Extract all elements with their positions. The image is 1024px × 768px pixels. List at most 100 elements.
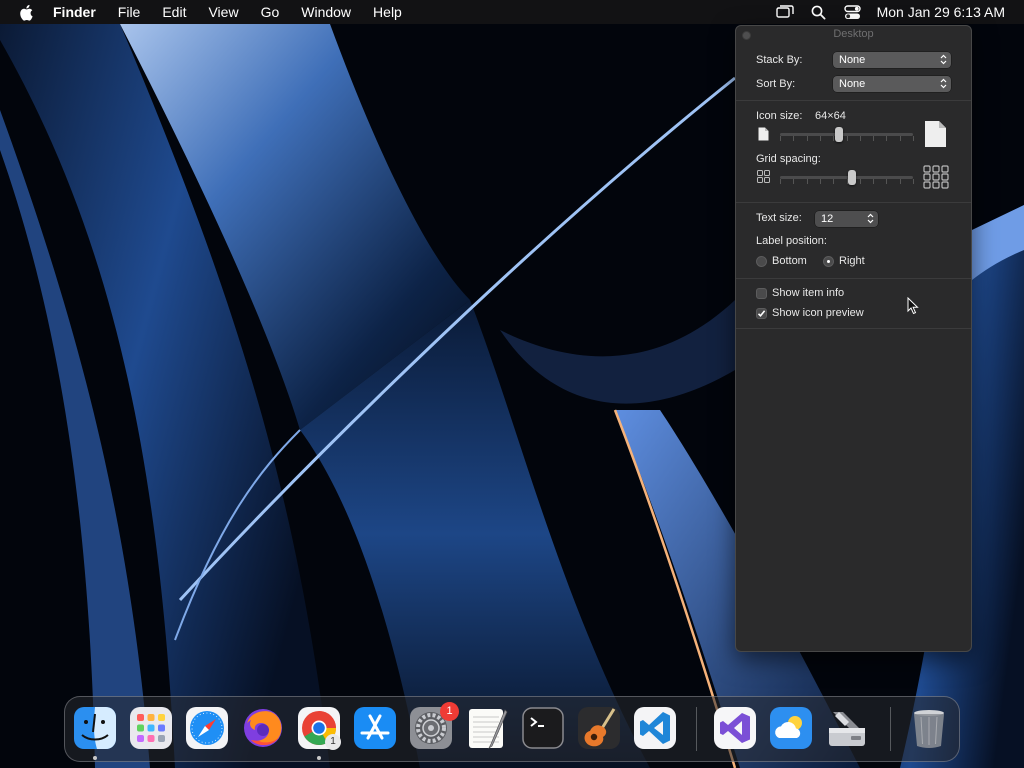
menu-window[interactable]: Window [301, 4, 351, 20]
desktop-view-options-panel: Desktop Stack By: None Sort By: None Ico… [735, 25, 972, 652]
icon-size-slider-knob[interactable] [834, 127, 843, 142]
garageband-icon [578, 707, 620, 749]
panel-title: Desktop [833, 28, 874, 40]
control-center-icon[interactable] [843, 3, 863, 21]
text-size-popup[interactable]: 12 [815, 211, 878, 227]
sort-by-value: None [839, 78, 866, 90]
slider-tick [859, 136, 861, 141]
launchpad-icon [130, 707, 172, 749]
wide-grid-icon [923, 165, 949, 189]
dock-visual-studio[interactable] [713, 706, 757, 750]
finder-icon [74, 707, 116, 749]
app-store-icon [354, 707, 396, 749]
disk-utility-icon [829, 712, 865, 746]
label-position-right-text: Right [839, 255, 865, 267]
slider-tick [886, 136, 888, 141]
divider [736, 100, 971, 101]
screen-mirroring-icon[interactable] [775, 3, 795, 21]
chrome-update-badge: 1 [325, 734, 341, 750]
show-icon-preview-checkbox[interactable] [756, 308, 767, 319]
spotlight-search-icon[interactable] [809, 3, 829, 21]
checkmark-icon [757, 310, 766, 317]
menu-help[interactable]: Help [373, 4, 402, 20]
menu-clock[interactable]: Mon Jan 29 6:13 AM [877, 4, 1005, 20]
label-position-label: Label position: [756, 235, 827, 247]
slider-tick [793, 179, 795, 184]
menu-bar: Finder File Edit View Go Window Help Mon… [0, 0, 1024, 24]
dock-divider [890, 707, 891, 751]
slider-tick [793, 136, 795, 141]
sort-by-popup[interactable]: None [833, 76, 951, 92]
dock-textedit[interactable] [465, 706, 509, 750]
slider-tick [913, 136, 914, 141]
slider-tick [899, 136, 901, 141]
slider-tick [899, 179, 901, 184]
system-settings-badge: 1 [440, 702, 459, 721]
dock-weather[interactable] [769, 706, 813, 750]
sort-by-label: Sort By: [756, 78, 796, 90]
weather-icon [770, 707, 812, 749]
divider [736, 328, 971, 329]
slider-tick [873, 136, 875, 141]
slider-tick [846, 136, 848, 141]
dock-trash[interactable] [907, 706, 951, 750]
small-document-icon [758, 127, 769, 141]
finder-running-indicator [93, 756, 97, 760]
menu-edit[interactable]: Edit [162, 4, 186, 20]
slider-tick [833, 179, 835, 184]
divider [736, 202, 971, 203]
slider-tick [859, 179, 861, 184]
dock-launchpad[interactable] [129, 706, 173, 750]
grid-spacing-slider-knob[interactable] [847, 170, 856, 185]
mouse-pointer-icon [907, 297, 919, 315]
large-document-icon [925, 121, 946, 147]
icon-size-value: 64×64 [815, 110, 846, 122]
menu-file[interactable]: File [118, 4, 141, 20]
menu-view[interactable]: View [208, 4, 238, 20]
panel-titlebar[interactable]: Desktop [736, 26, 971, 44]
dock-vscode[interactable] [633, 706, 677, 750]
dock-disk-utility[interactable] [825, 706, 869, 750]
stack-by-popup[interactable]: None [833, 52, 951, 68]
slider-tick [913, 179, 914, 184]
slider-tick [780, 179, 781, 184]
slider-tick [780, 136, 781, 141]
updown-chevron-icon [867, 213, 874, 224]
text-size-value: 12 [821, 213, 834, 225]
dock-terminal[interactable] [521, 706, 565, 750]
dock: 1 1 [64, 696, 960, 762]
label-position-right-radio[interactable] [823, 256, 834, 267]
vscode-icon [634, 707, 676, 749]
slider-tick [819, 136, 821, 141]
grid-spacing-label: Grid spacing: [756, 153, 821, 165]
dock-firefox[interactable] [241, 706, 285, 750]
updown-chevron-icon [940, 54, 947, 65]
menu-app-finder[interactable]: Finder [53, 4, 96, 20]
label-position-bottom-radio[interactable] [756, 256, 767, 267]
safari-icon [186, 707, 228, 749]
text-size-label: Text size: [756, 212, 802, 224]
slider-tick [806, 179, 808, 184]
stack-by-label: Stack By: [756, 54, 803, 66]
show-item-info-checkbox[interactable] [756, 288, 767, 299]
slider-tick [873, 179, 875, 184]
slider-tick [806, 136, 808, 141]
firefox-icon [244, 709, 282, 747]
tight-grid-icon [757, 170, 770, 183]
dock-garageband[interactable] [577, 706, 621, 750]
updown-chevron-icon [940, 78, 947, 89]
dock-safari[interactable] [185, 706, 229, 750]
icon-size-label: Icon size: [756, 110, 803, 122]
dock-finder[interactable] [73, 706, 117, 750]
apple-menu-icon[interactable] [19, 3, 35, 21]
trash-icon [914, 710, 944, 748]
slider-tick [886, 179, 888, 184]
slider-tick [819, 179, 821, 184]
show-icon-preview-label: Show icon preview [772, 307, 864, 319]
dock-divider [696, 707, 697, 751]
divider [736, 278, 971, 279]
textedit-icon [469, 709, 508, 750]
chrome-running-indicator [317, 756, 321, 760]
dock-app-store[interactable] [353, 706, 397, 750]
menu-go[interactable]: Go [261, 4, 280, 20]
